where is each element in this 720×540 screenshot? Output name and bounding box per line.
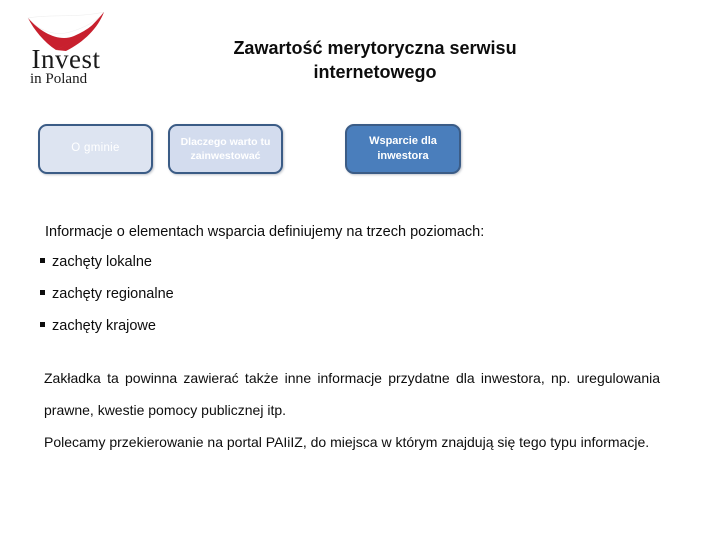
logo-primary-text: Invest — [31, 44, 101, 74]
paragraph-1: Zakładka ta powinna zawierać także inne … — [44, 370, 660, 418]
logo-wordmark: Invest in Poland — [14, 46, 118, 87]
list-item: zachęty regionalne — [40, 286, 440, 318]
paragraph-2: Polecamy przekierowanie na portal PAIiIZ… — [44, 434, 650, 450]
tab-wsparcie-dla-inwestora[interactable]: Wsparcie dla inwestora — [345, 124, 461, 174]
list-item-label: zachęty lokalne — [52, 254, 152, 270]
slide-canvas: Invest in Poland Zawartość merytoryczna … — [0, 0, 720, 540]
tab-dlaczego-warto-tu-zainwestowac[interactable]: Dlaczego warto tu zainwestować — [168, 124, 283, 174]
square-bullet-icon — [40, 290, 45, 295]
tab-o-gminie[interactable]: O gminie — [38, 124, 153, 174]
square-bullet-icon — [40, 322, 45, 327]
page-title-line-1: Zawartość merytoryczna serwisu — [233, 38, 517, 58]
list-item-label: zachęty krajowe — [52, 318, 156, 334]
page-title-line-2: internetowego — [313, 62, 437, 83]
square-bullet-icon — [40, 258, 45, 263]
page-title: Zawartość merytoryczna serwisu interneto… — [150, 36, 600, 85]
body-paragraphs: Zakładka ta powinna zawierać także inne … — [44, 362, 660, 458]
list-item-label: zachęty regionalne — [52, 286, 174, 302]
logo-secondary-text: in Poland — [30, 71, 88, 87]
list-item: zachęty lokalne — [40, 254, 440, 286]
invest-in-poland-logo: Invest in Poland — [14, 12, 118, 90]
list-item: zachęty krajowe — [40, 318, 440, 350]
lead-text: Informacje o elementach wsparcia definiu… — [45, 224, 485, 240]
bullet-list: zachęty lokalne zachęty regionalne zachę… — [40, 254, 440, 350]
